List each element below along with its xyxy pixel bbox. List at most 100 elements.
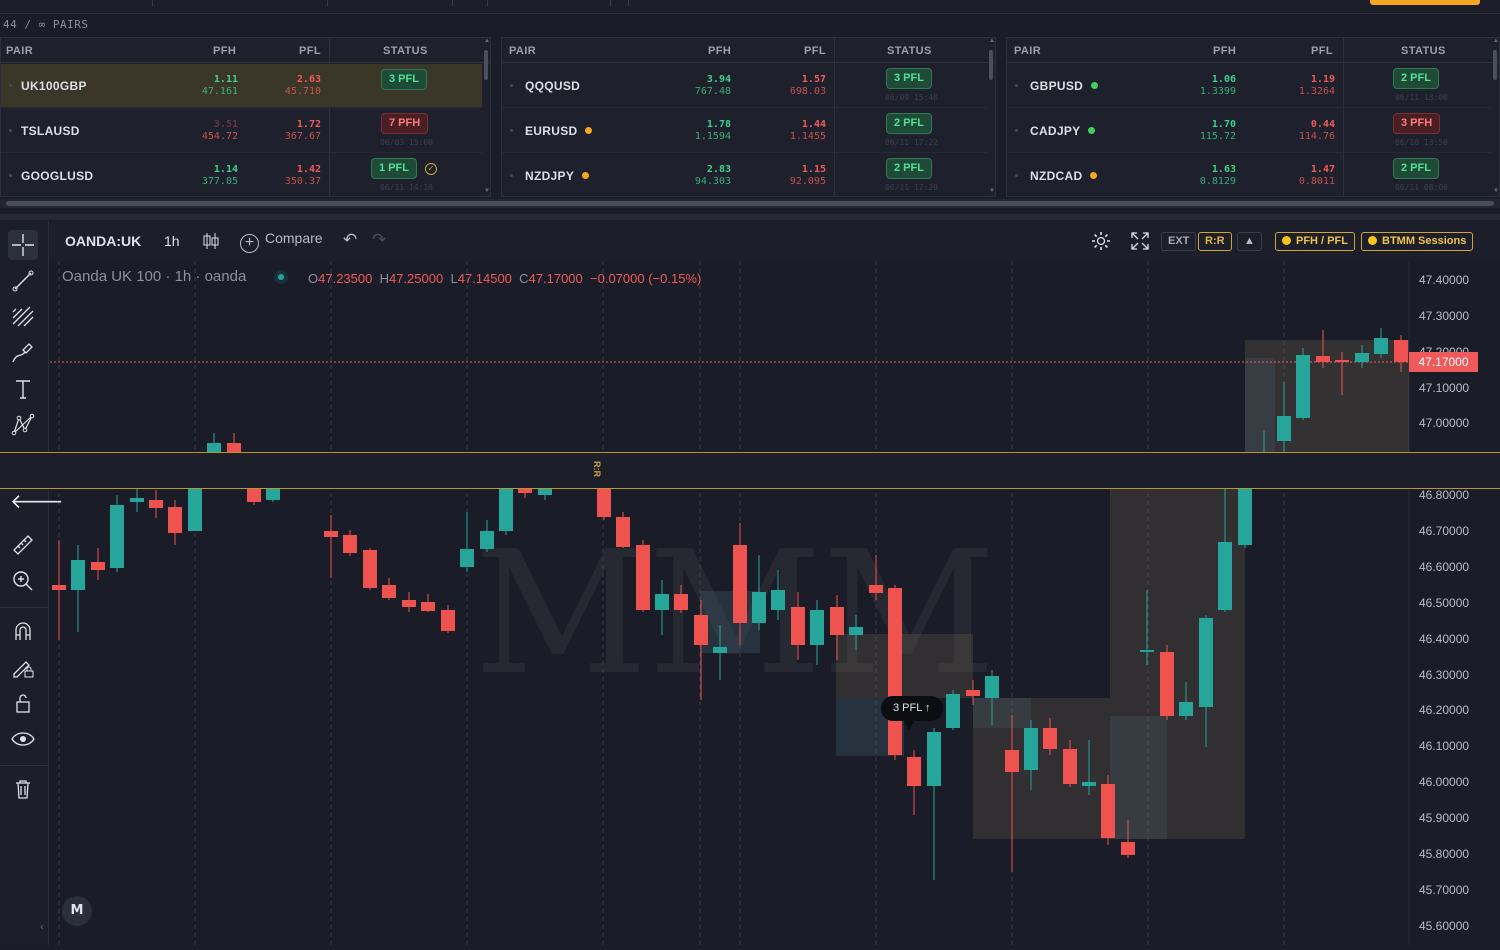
zoom-in-icon[interactable]	[8, 566, 38, 596]
candle-body	[227, 443, 241, 452]
ext-hours-toggle[interactable]: EXT	[1161, 232, 1197, 251]
candle-body	[636, 545, 650, 610]
rr-divider-band[interactable]	[0, 452, 1500, 489]
pfl-callout[interactable]: 3 PFL ↑	[881, 696, 943, 721]
last-price-label: 47.17000	[1409, 352, 1478, 372]
vertical-scrollbar[interactable]	[989, 50, 993, 80]
candle-body	[1160, 652, 1174, 716]
scroll-up-icon[interactable]: ▲	[989, 38, 995, 44]
pair-symbol: NZDJPY	[525, 169, 590, 183]
status-badge[interactable]: 3 PFL	[886, 68, 932, 89]
collapse-sidebar-icon[interactable]: ‹	[40, 922, 50, 936]
pfh-zone	[1110, 716, 1167, 839]
status-badge[interactable]: 2 PFL	[886, 113, 932, 134]
trendline-icon[interactable]	[8, 266, 38, 296]
scroll-down-icon[interactable]: ▼	[989, 188, 995, 194]
table-header: PAIR PFH PFL STATUS	[502, 38, 995, 63]
table-row[interactable]: TSLAUSD 3.51 454.72 1.72 367.67 7 PFH 06/0…	[1, 109, 482, 153]
candlestick-canvas[interactable]: MMM47.4000047.3000047.2000047.1000047.00…	[50, 261, 1500, 945]
price-tick: 46.30000	[1419, 668, 1469, 682]
scroll-up-icon[interactable]: ▲	[1493, 38, 1499, 44]
session-dot	[585, 127, 593, 134]
status-badge[interactable]: 2 PFL	[886, 158, 932, 179]
status-badge[interactable]: 1 PFL	[371, 158, 417, 179]
timeframe-selector[interactable]: 1h	[164, 233, 180, 249]
table-row[interactable]: CADJPY 1.70 115.72 0.44 114.76 3 PFH 06/10…	[1007, 109, 1491, 153]
price-tick: 47.30000	[1419, 309, 1469, 323]
brush-icon[interactable]	[8, 338, 38, 368]
table-row[interactable]: UK100GBP 1.11 47.161 2.63 45.710 3 PFL	[1, 64, 482, 108]
divider	[628, 0, 629, 6]
status-badge[interactable]: 3 PFH	[1393, 113, 1441, 134]
undo-icon[interactable]: ↶	[343, 230, 357, 250]
status-badge[interactable]: 2 PFL	[1393, 68, 1439, 89]
pfh-value: 1.70 115.72	[1199, 119, 1236, 142]
price-tick: 46.40000	[1419, 632, 1469, 646]
primary-action-button[interactable]	[1370, 0, 1480, 5]
price-tick: 45.60000	[1419, 919, 1469, 933]
pfh-pfl-indicator-button[interactable]: PFH / PFL	[1275, 232, 1355, 251]
col-pfl: PFL	[299, 45, 321, 57]
table-row[interactable]: GBPUSD 1.06 1.3399 1.19 1.3264 2 PFL 06/11…	[1007, 64, 1491, 108]
back-arrow-icon[interactable]: 🡐	[10, 489, 64, 513]
scroll-up-icon[interactable]: ▲	[484, 38, 490, 44]
vertical-scrollbar[interactable]	[484, 50, 488, 80]
app-logo[interactable]: M	[62, 896, 92, 926]
status-badge[interactable]: 2 PFL	[1393, 158, 1439, 179]
magnet-icon[interactable]	[8, 616, 38, 646]
btmm-sessions-button[interactable]: BTMM Sessions	[1361, 232, 1474, 251]
trash-icon[interactable]	[8, 774, 38, 804]
session-dot	[1088, 127, 1096, 134]
pair-symbol: UK100GBP	[21, 79, 87, 93]
scroll-down-icon[interactable]: ▼	[484, 188, 490, 194]
lock-pencil-icon[interactable]	[8, 652, 38, 682]
fib-icon[interactable]	[8, 302, 38, 332]
col-status: STATUS	[887, 45, 932, 57]
table-row[interactable]: NZDJPY 2.83 94.303 1.15 92.095 2 PFL 06/11…	[502, 154, 987, 196]
compare-button[interactable]: + Compare	[240, 230, 323, 253]
collapse-arrow-button[interactable]: ▲	[1237, 232, 1262, 251]
table-header: PAIR PFH PFL STATUS	[1007, 38, 1499, 63]
table-row[interactable]: QQQUSD 3.94 767.48 1.57 698.03 3 PFL 06/09…	[502, 64, 987, 108]
pairs-panel-1: PAIR PFH PFL STATUS UK100GBP 1.11 47.161 …	[0, 37, 491, 197]
settings-gear-icon[interactable]	[1090, 230, 1112, 255]
session-dot	[582, 172, 590, 179]
horizontal-scrollbar[interactable]	[6, 201, 1494, 206]
candle-body	[752, 592, 766, 623]
symbol-search[interactable]: OANDA:UK	[65, 233, 141, 249]
price-chart[interactable]: MMM47.4000047.3000047.2000047.1000047.00…	[50, 261, 1500, 945]
row-marker	[1015, 174, 1018, 177]
table-row[interactable]: NZDCAD 1.63 0.8129 1.47 0.8011 2 PFL 06/11…	[1007, 154, 1491, 196]
vertical-scrollbar[interactable]	[1493, 50, 1497, 80]
candle-body	[1005, 750, 1019, 772]
pair-symbol: NZDCAD	[1030, 169, 1098, 183]
panel-resize-handle[interactable]	[0, 214, 1500, 220]
drawing-toolbar	[0, 221, 49, 945]
table-row[interactable]: EURUSD 1.78 1.1594 1.44 1.1455 2 PFL 06/11…	[502, 109, 987, 153]
unlock-icon[interactable]	[8, 688, 38, 718]
redo-icon[interactable]: ↷	[372, 230, 386, 250]
ruler-icon[interactable]	[8, 530, 38, 560]
fullscreen-icon[interactable]	[1130, 231, 1150, 254]
status-timestamp: 06/11 17:29	[885, 183, 938, 192]
status-badge[interactable]: 7 PFH	[381, 113, 429, 134]
pfh-value: 1.11 47.161	[201, 74, 238, 97]
rr-toggle[interactable]: R:R	[1198, 232, 1232, 251]
table-row[interactable]: GOOGLUSD 1.14 377.05 1.42 350.37 1 PFL ✓ 0…	[1, 154, 482, 196]
candle-type-icon[interactable]	[202, 231, 220, 254]
divider	[610, 0, 611, 6]
eye-icon[interactable]	[8, 724, 38, 754]
text-icon[interactable]	[8, 374, 38, 404]
candle-body	[324, 531, 338, 537]
pfl-value: 1.47 0.8011	[1298, 164, 1335, 187]
candle-body	[597, 489, 611, 517]
candle-body	[830, 607, 844, 635]
candle-body	[733, 545, 747, 623]
candle-body	[946, 694, 960, 728]
crosshair-icon[interactable]	[8, 230, 38, 260]
status-badge[interactable]: 3 PFL	[381, 69, 427, 90]
pattern-icon[interactable]	[8, 410, 38, 440]
price-tick: 45.80000	[1419, 847, 1469, 861]
price-tick: 46.20000	[1419, 703, 1469, 717]
scroll-down-icon[interactable]: ▼	[1493, 188, 1499, 194]
